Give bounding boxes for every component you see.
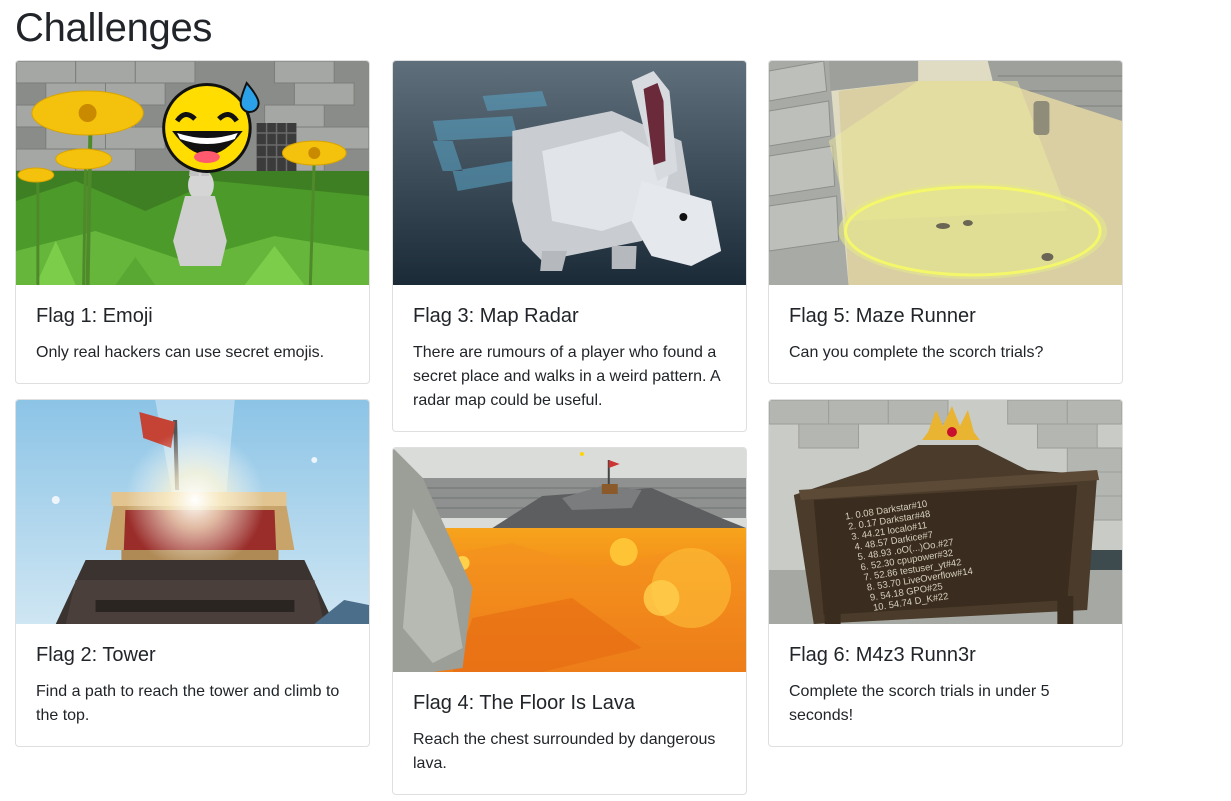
challenge-card-flag-6[interactable]: 1. 0.08 Darkstar#10 2. 0.17 Darkstar#48 3.… — [768, 399, 1123, 747]
challenge-card-flag-1[interactable]: Flag 1: Emoji Only real hackers can use … — [15, 60, 370, 384]
card-image-lava-floor — [393, 448, 746, 672]
card-image-emoji-bunny — [16, 61, 369, 285]
card-description: Only real hackers can use secret emojis. — [36, 344, 325, 361]
card-title[interactable]: Flag 3: Map Radar — [413, 303, 726, 329]
card-image-leaderboard: 1. 0.08 Darkstar#10 2. 0.17 Darkstar#48 3.… — [769, 400, 1122, 624]
card-title[interactable]: Flag 5: Maze Runner — [789, 303, 1102, 329]
card-image-radar-bunny — [393, 61, 746, 285]
card-title[interactable]: Flag 6: M4z3 Runn3r — [789, 642, 1102, 668]
challenge-card-flag-2[interactable]: Flag 2: Tower Find a path to reach the t… — [15, 399, 370, 747]
challenge-card-flag-5[interactable]: Flag 5: Maze Runner Can you complete the… — [768, 60, 1123, 384]
challenge-card-flag-3[interactable]: Flag 3: Map Radar There are rumours of a… — [392, 60, 747, 432]
card-image-maze-runner — [769, 61, 1122, 285]
card-description: Can you complete the scorch trials? — [789, 344, 1044, 361]
card-title[interactable]: Flag 2: Tower — [36, 642, 349, 668]
card-title[interactable]: Flag 1: Emoji — [36, 303, 349, 329]
card-description: Reach the chest surrounded by dangerous … — [413, 731, 716, 772]
card-description: Complete the scorch trials in under 5 se… — [789, 683, 1050, 724]
card-image-tower-chest — [16, 400, 369, 624]
card-description: There are rumours of a player who found … — [413, 344, 720, 409]
card-description: Find a path to reach the tower and climb… — [36, 683, 340, 724]
challenge-card-flag-4[interactable]: Flag 4: The Floor Is Lava Reach the ches… — [392, 447, 747, 795]
page-title: Challenges — [15, 6, 213, 50]
card-title[interactable]: Flag 4: The Floor Is Lava — [413, 690, 726, 716]
